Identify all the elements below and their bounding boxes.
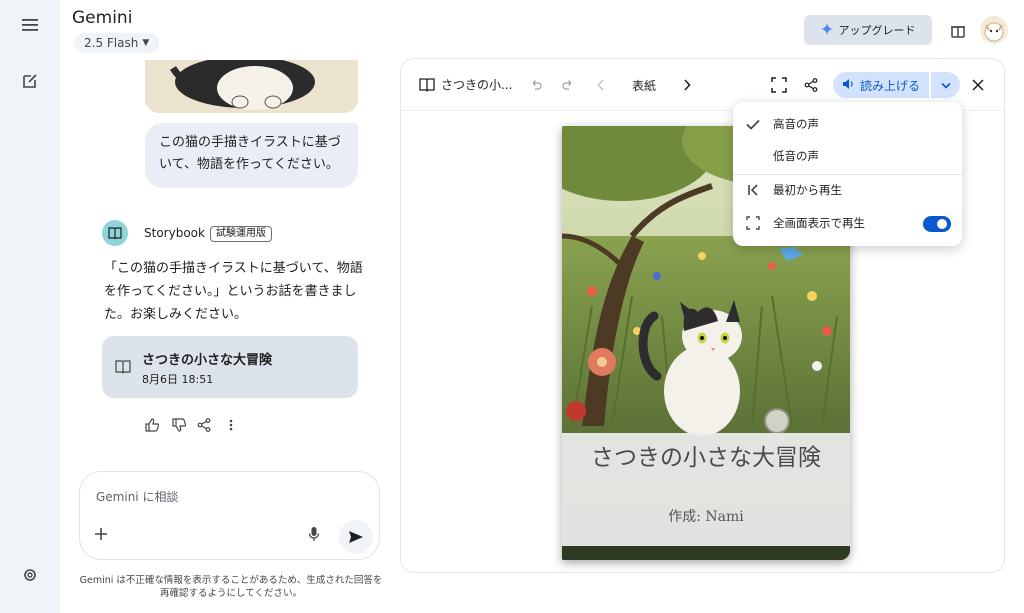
menu-item-label: 低音の声 bbox=[773, 149, 819, 163]
story-card-date: 8月6日 18:51 bbox=[142, 373, 214, 386]
thumbs-up-icon[interactable] bbox=[143, 416, 161, 434]
cover-author: 作成: Nami bbox=[668, 509, 744, 525]
cover-title: さつきの小さな大冒険 bbox=[591, 445, 821, 471]
user-message-bubble: この猫の手描きイラストに基づいて、物語を作ってください。 bbox=[145, 123, 358, 188]
new-chat-icon[interactable] bbox=[16, 67, 44, 95]
read-aloud-menu: 高音の声 低音の声 最初から再生 全画面表示で再生 bbox=[733, 102, 962, 246]
more-options-icon[interactable] bbox=[222, 416, 240, 434]
storybook-icon bbox=[102, 220, 128, 246]
book-icon bbox=[115, 359, 131, 378]
redo-icon[interactable] bbox=[558, 75, 578, 95]
chevron-down-icon bbox=[940, 82, 951, 89]
menu-item-low-voice[interactable]: 低音の声 bbox=[733, 140, 962, 172]
story-card[interactable]: さつきの小さな大冒険 8月6日 18:51 bbox=[102, 336, 358, 398]
disclaimer-text: Gemini は不正確な情報を表示することがあるため、生成された回答を再確認する… bbox=[79, 575, 383, 599]
story-card-title: さつきの小さな大冒険 bbox=[142, 353, 273, 368]
book-icon bbox=[417, 75, 437, 95]
microphone-icon[interactable] bbox=[308, 526, 320, 546]
experimental-badge: 試験運用版 bbox=[210, 226, 272, 242]
fullscreen-icon[interactable] bbox=[769, 75, 789, 95]
avatar[interactable] bbox=[980, 16, 1008, 44]
share-icon[interactable] bbox=[801, 75, 821, 95]
cat-illustration-image[interactable] bbox=[145, 60, 358, 113]
send-icon bbox=[349, 531, 363, 543]
prompt-input[interactable]: Gemini に相談 bbox=[96, 488, 178, 505]
previous-page-icon[interactable] bbox=[591, 75, 611, 95]
menu-item-label: 最初から再生 bbox=[773, 183, 842, 197]
fullscreen-toggle[interactable] bbox=[923, 216, 951, 232]
fullscreen-icon bbox=[745, 215, 761, 231]
main-menu-icon[interactable] bbox=[16, 11, 44, 39]
book-bottom-edge bbox=[562, 546, 850, 560]
next-page-icon[interactable] bbox=[677, 75, 697, 95]
menu-item-label: 全画面表示で再生 bbox=[773, 216, 865, 230]
chevron-down-icon: ▼ bbox=[142, 38, 150, 48]
upgrade-label: アップグレード bbox=[838, 24, 916, 37]
model-label: 2.5 Flash bbox=[84, 36, 139, 50]
undo-icon[interactable] bbox=[526, 75, 546, 95]
page-label: 表紙 bbox=[632, 79, 657, 93]
skip-to-start-icon bbox=[745, 182, 761, 198]
check-icon bbox=[745, 116, 761, 132]
settings-gear-icon[interactable] bbox=[16, 561, 44, 589]
viewer-title: さつきの小... bbox=[441, 78, 513, 92]
read-aloud-label: 読み上げる bbox=[859, 78, 920, 93]
speaker-icon bbox=[842, 78, 854, 93]
read-aloud-options-button[interactable] bbox=[931, 72, 960, 98]
gift-icon[interactable] bbox=[945, 17, 971, 43]
model-selector[interactable]: 2.5 Flash ▼ bbox=[74, 33, 160, 53]
menu-item-fullscreen-play[interactable]: 全画面表示で再生 bbox=[733, 207, 962, 239]
share-icon[interactable] bbox=[195, 416, 213, 434]
agent-name: Storybook bbox=[144, 226, 205, 240]
upgrade-button[interactable]: アップグレード bbox=[804, 15, 932, 45]
left-rail bbox=[0, 0, 60, 613]
menu-item-play-from-start[interactable]: 最初から再生 bbox=[733, 174, 962, 206]
send-button[interactable] bbox=[339, 520, 373, 554]
app-title: Gemini bbox=[72, 8, 133, 28]
prompt-input-box[interactable]: Gemini に相談 bbox=[79, 471, 380, 560]
sparkle-icon bbox=[820, 22, 833, 38]
thumbs-down-icon[interactable] bbox=[170, 416, 188, 434]
close-icon[interactable] bbox=[968, 75, 988, 95]
agent-reply-text: 「この猫の手描きイラストに基づいて、物語を作ってください。」というお話を書きまし… bbox=[104, 261, 363, 322]
menu-item-high-voice[interactable]: 高音の声 bbox=[733, 108, 962, 140]
read-aloud-button[interactable]: 読み上げる bbox=[833, 72, 929, 98]
menu-item-label: 高音の声 bbox=[773, 117, 819, 131]
add-attachment-icon[interactable] bbox=[94, 526, 108, 545]
